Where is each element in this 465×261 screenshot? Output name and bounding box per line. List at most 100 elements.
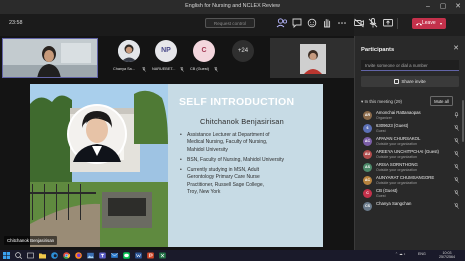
more-participants-button[interactable]: +24 (232, 40, 254, 62)
participant-name: APAVAN CHURSAKOL (376, 136, 421, 141)
muted-mic-icon (454, 177, 459, 183)
participant-row[interactable]: AC APAVAN CHURSAKOL Outside your organiz… (354, 135, 464, 148)
windows-start-icon[interactable] (2, 251, 11, 260)
participant-name: Amonchai Rattanaopas (376, 110, 421, 115)
edge-browser-icon[interactable] (50, 251, 59, 260)
participant-name: ARISA SORNTHONG (376, 162, 418, 167)
muted-mic-icon (454, 203, 459, 209)
in-meeting-section-header[interactable]: ▾ In this meeting (29) (361, 99, 402, 105)
slide-bullet: BSN, Faculty of Nursing, Mahidol Univers… (179, 157, 325, 165)
participant-row[interactable]: AU AREEYA UNCHITPCHAI (Guest) Outside yo… (354, 148, 464, 161)
slide-presenter-name: Chitchanok Benjasirisan (200, 117, 284, 126)
camera-off-icon[interactable] (352, 16, 366, 30)
taskbar-clock[interactable]: 10:03 25/7/2564 (439, 251, 455, 260)
campus-photo-image (30, 84, 168, 247)
excel-icon[interactable] (158, 251, 167, 260)
participant-row[interactable]: AS ARISA SORNTHONG Outside your organiza… (354, 161, 464, 174)
avatar: AR (363, 111, 372, 120)
slide-title: SELF INTRODUCTION (179, 96, 295, 108)
participant-role: Outside your organization (376, 155, 417, 159)
participant-name: CB (Guest) (190, 67, 209, 71)
participant-role: Outside your organization (376, 181, 417, 185)
speaker-video-tile[interactable] (270, 38, 354, 78)
muted-mic-icon (454, 125, 459, 131)
participant-name: Chanya Sangchan (376, 201, 412, 206)
participant-role: Outside your organization (376, 142, 417, 146)
input-language[interactable]: ENG (418, 252, 426, 256)
microphone-icon (454, 112, 459, 118)
presenter-name-badge: Chitchanok Benjasirisan (4, 236, 58, 245)
muted-mic-icon (214, 67, 218, 72)
raise-hand-icon[interactable] (320, 16, 334, 30)
maximize-icon[interactable]: ▢ (436, 1, 450, 13)
chat-icon[interactable] (290, 16, 304, 30)
avatar: CS (363, 202, 372, 211)
speaker-video-image (270, 38, 354, 78)
close-icon[interactable]: ✕ (451, 1, 465, 13)
muted-mic-icon (454, 151, 459, 157)
participant-name: 6309623 (Guest) (376, 123, 409, 128)
avatar: AC (363, 176, 372, 185)
muted-mic-icon (180, 67, 184, 72)
avatar: 6 (363, 124, 372, 133)
teams-icon[interactable] (98, 251, 107, 260)
participant-row[interactable]: 6 6309623 (Guest) Guest (354, 122, 464, 135)
powerpoint-icon[interactable] (146, 251, 155, 260)
participants-icon[interactable] (275, 16, 289, 30)
participant-row[interactable]: AR Amonchai Rattanaopas Organizer (354, 109, 464, 122)
participant-name: NARUEBET... (152, 67, 176, 71)
toolbar-divider (397, 18, 398, 29)
participant-name: AREEYA UNCHITPCHAI (Guest) (376, 149, 439, 154)
participant-name: Chanya Sa... (113, 67, 135, 71)
share-tray-icon[interactable] (381, 16, 395, 30)
participant-name: CB (Guest) (376, 188, 398, 193)
window-title: English for Nursing and NCLEX Review (185, 3, 280, 9)
request-control-button[interactable]: Request control (205, 18, 255, 28)
slide-bullet-list: Assistance Lecturer at Department ofMedi… (179, 132, 325, 196)
slide-bullet: Currently studying in MSN, AdultGerontol… (179, 167, 325, 197)
task-view-icon[interactable] (26, 251, 35, 260)
participant-row[interactable]: C CB (Guest) Guest (354, 187, 464, 200)
participant-role: Outside your organization (376, 168, 417, 172)
muted-mic-icon (454, 138, 459, 144)
participant-role: Guest (376, 194, 386, 198)
participant-row[interactable]: CS Chanya Sangchan (354, 200, 464, 213)
muted-mic-icon (142, 67, 146, 72)
firefox-icon[interactable] (74, 251, 83, 260)
slide-bullet: Assistance Lecturer at Department ofMedi… (179, 132, 325, 154)
minimize-icon[interactable]: – (421, 1, 435, 13)
panel-scrollbar[interactable] (462, 100, 464, 142)
participant-avatar[interactable] (118, 40, 140, 62)
participant-avatar[interactable]: NP (155, 40, 177, 62)
close-panel-icon[interactable]: ✕ (452, 45, 460, 53)
avatar: C (363, 189, 372, 198)
panel-title: Participants (361, 47, 395, 53)
share-invite-button[interactable]: Share invite (361, 76, 459, 87)
more-actions-icon[interactable] (335, 16, 349, 30)
participant-avatar[interactable]: C (193, 40, 215, 62)
search-icon[interactable] (14, 251, 23, 260)
muted-mic-icon (454, 190, 459, 196)
self-video-tile[interactable] (2, 38, 98, 78)
microphone-off-icon[interactable] (366, 16, 380, 30)
avatar-photo-image (118, 40, 140, 62)
muted-mic-icon (454, 164, 459, 170)
avatar: AC (363, 137, 372, 146)
file-explorer-icon[interactable] (38, 251, 47, 260)
invite-input[interactable]: Invite someone or dial a number (361, 60, 459, 71)
participant-row[interactable]: AC AUNYARAT CHUMSANGORE Outside your org… (354, 174, 464, 187)
word-icon[interactable] (134, 251, 143, 260)
participant-role: Guest (376, 129, 386, 133)
chrome-icon[interactable] (62, 251, 71, 260)
mail-icon[interactable] (110, 251, 119, 260)
phone-hangup-icon (415, 19, 423, 28)
person-video-image (3, 39, 97, 77)
share-icon (394, 78, 400, 84)
photos-icon[interactable] (86, 251, 95, 260)
line-app-icon[interactable] (122, 251, 131, 260)
participant-role: Organizer (376, 116, 392, 120)
reactions-icon[interactable] (305, 16, 319, 30)
chevron-down-icon[interactable]: ▾ (440, 18, 446, 29)
system-tray-icons[interactable]: ⌃ ☁ ♪ (395, 252, 405, 256)
mute-all-button[interactable]: Mute all (430, 96, 453, 106)
